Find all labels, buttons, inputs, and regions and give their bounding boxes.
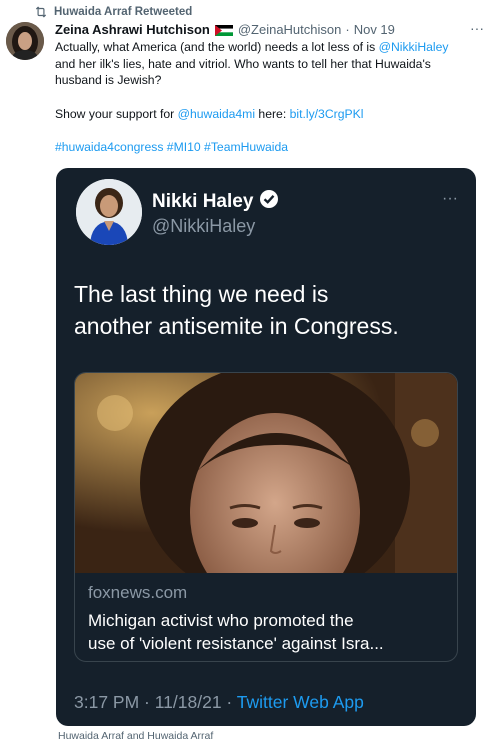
quoted-footer: 3:17 PM · 11/18/21 · Twitter Web App xyxy=(74,692,364,713)
mention-nikkihaley-link[interactable]: @NikkiHaley xyxy=(379,40,449,54)
mention-huwaida4mi-link[interactable]: @huwaida4mi xyxy=(178,107,255,121)
article-title: Michigan activist who promoted the use o… xyxy=(88,609,450,655)
quoted-name[interactable]: Nikki Haley xyxy=(152,191,253,213)
quoted-more-icon[interactable]: ··· xyxy=(442,190,458,208)
text-line-4-mid: here: xyxy=(255,106,290,121)
source-app-link[interactable]: Twitter Web App xyxy=(237,692,364,712)
verified-badge-icon xyxy=(259,189,279,214)
text-line-1: Actually, what America (and the world) n… xyxy=(55,40,379,54)
author-avatar[interactable] xyxy=(6,22,44,60)
image-tags-caption[interactable]: Huwaida Arraf and Huwaida Arraf xyxy=(58,730,213,742)
quoted-text-line-1: The last thing we need is xyxy=(74,281,329,307)
quoted-handle[interactable]: @NikkiHaley xyxy=(152,216,255,237)
palestine-flag-icon xyxy=(214,24,233,36)
meta-separator: · xyxy=(345,22,350,37)
article-title-line-2: use of 'violent resistance' against Isra… xyxy=(88,634,384,653)
tweet-header: Zeina Ashrawi Hutchison @ZeinaHutchison … xyxy=(55,22,462,37)
article-domain: foxnews.com xyxy=(88,583,188,602)
retweet-icon xyxy=(35,6,47,18)
retweet-label: Huwaida Arraf Retweeted xyxy=(54,6,193,18)
quoted-text-line-2: another antisemite in Congress. xyxy=(74,313,399,339)
author-name[interactable]: Zeina Ashrawi Hutchison xyxy=(55,22,210,37)
author-handle[interactable]: @ZeinaHutchison xyxy=(238,22,342,37)
quoted-text: The last thing we need is another antise… xyxy=(74,278,464,342)
bitly-link[interactable]: bit.ly/3CrgPKl xyxy=(290,107,364,121)
tweet-date[interactable]: Nov 19 xyxy=(354,22,395,37)
text-line-3: husband is Jewish? xyxy=(55,73,162,87)
hashtags-link[interactable]: #huwaida4congress #MI10 #TeamHuwaida xyxy=(55,139,475,156)
text-line-4: Show your support for xyxy=(55,106,178,121)
article-title-line-1: Michigan activist who promoted the xyxy=(88,611,354,630)
quoted-timestamp[interactable]: 3:17 PM · 11/18/21 · xyxy=(74,692,237,712)
quoted-name-row: Nikki Haley xyxy=(152,189,279,214)
text-line-2: and her ilk's lies, hate and vitriol. Wh… xyxy=(55,56,431,71)
retweet-indicator[interactable]: Huwaida Arraf Retweeted xyxy=(34,5,192,19)
more-options-icon[interactable]: ··· xyxy=(470,20,484,36)
tweet-text: Actually, what America (and the world) n… xyxy=(55,39,475,156)
quoted-avatar[interactable] xyxy=(76,179,142,245)
article-image xyxy=(75,373,457,573)
article-preview[interactable]: foxnews.com Michigan activist who promot… xyxy=(74,372,458,662)
quoted-tweet-card[interactable]: Nikki Haley @NikkiHaley ··· The last thi… xyxy=(56,168,476,726)
